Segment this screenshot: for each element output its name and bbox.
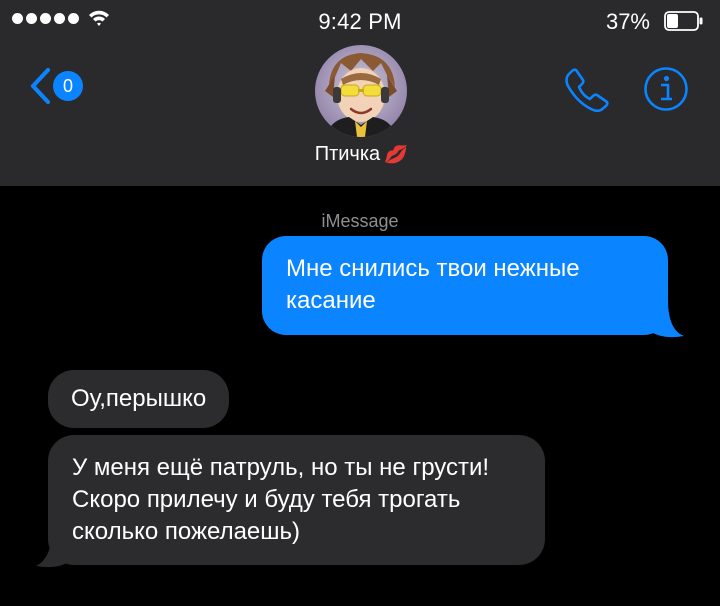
status-bar: 9:42 PM 37% [0,0,720,40]
chevron-left-icon [28,67,52,105]
conversation-header: 9:42 PM 37% 0 Птичка 💋 [0,0,720,186]
battery-percent: 37% [605,9,650,34]
contact-name: Птичка [314,143,381,165]
contact-name-button[interactable]: Птичка 💋 [0,143,720,166]
message-bubble-received[interactable]: Оу,перышко [48,370,230,428]
unread-count-badge: 0 [53,71,83,101]
contact-avatar[interactable] [315,45,407,137]
message-bubble-received[interactable]: У меня ещё патруль, но ты не грусти! Ско… [48,435,545,565]
phone-icon [564,68,610,116]
service-label: iMessage [321,211,399,231]
call-button[interactable] [564,66,610,117]
kiss-lips-icon: 💋 [384,145,406,164]
info-icon [643,67,689,116]
details-button[interactable] [643,66,689,117]
battery-icon [664,11,704,31]
message-bubble-sent[interactable]: Мне снились твои нежные касание [262,236,668,335]
back-button[interactable]: 0 [28,67,83,105]
